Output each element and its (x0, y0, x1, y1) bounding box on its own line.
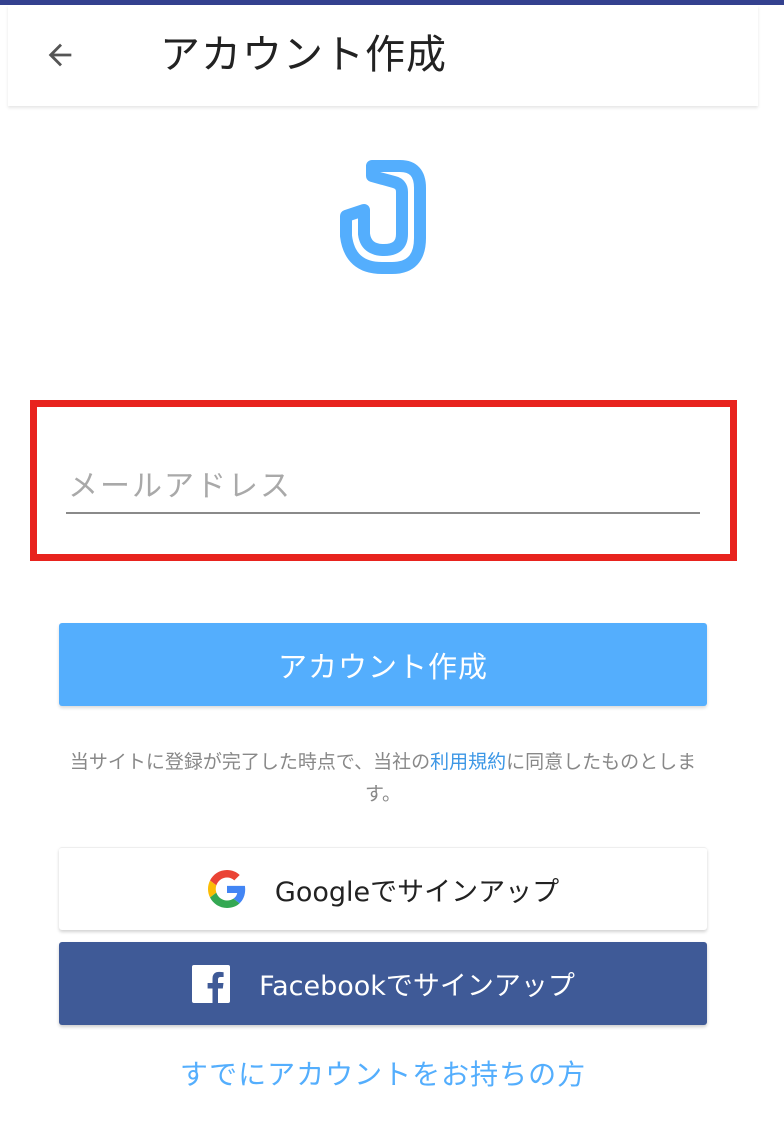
arrow-left-icon (48, 43, 72, 67)
terms-text: 当サイトに登録が完了した時点で、当社の利用規約に同意したものとします。 (55, 746, 711, 810)
facebook-signup-label: Facebookでサインアップ (259, 971, 575, 1002)
email-field[interactable] (66, 460, 700, 514)
terms-text-before: 当サイトに登録が完了した時点で、当社の (69, 751, 431, 773)
facebook-icon (191, 964, 231, 1004)
app-bar: アカウント作成 (8, 5, 758, 106)
google-signup-label: Googleでサインアップ (274, 876, 560, 908)
page-title: アカウント作成 (160, 32, 447, 78)
signup-screen: アカウント作成 アカウント作成 当サイトに登録が完了した時点で、当社の利用規約に… (0, 0, 784, 1126)
app-logo-icon (340, 160, 426, 274)
create-account-label: アカウント作成 (277, 649, 488, 684)
google-signup-button[interactable]: Googleでサインアップ (59, 847, 707, 930)
facebook-signup-button[interactable]: Facebookでサインアップ (59, 942, 707, 1025)
create-account-button[interactable]: アカウント作成 (59, 623, 707, 706)
terms-of-use-link[interactable]: 利用規約 (430, 751, 506, 773)
google-icon (207, 869, 247, 909)
back-button[interactable] (38, 33, 82, 77)
existing-account-link[interactable]: すでにアカウントをお持ちの方 (0, 1053, 766, 1093)
